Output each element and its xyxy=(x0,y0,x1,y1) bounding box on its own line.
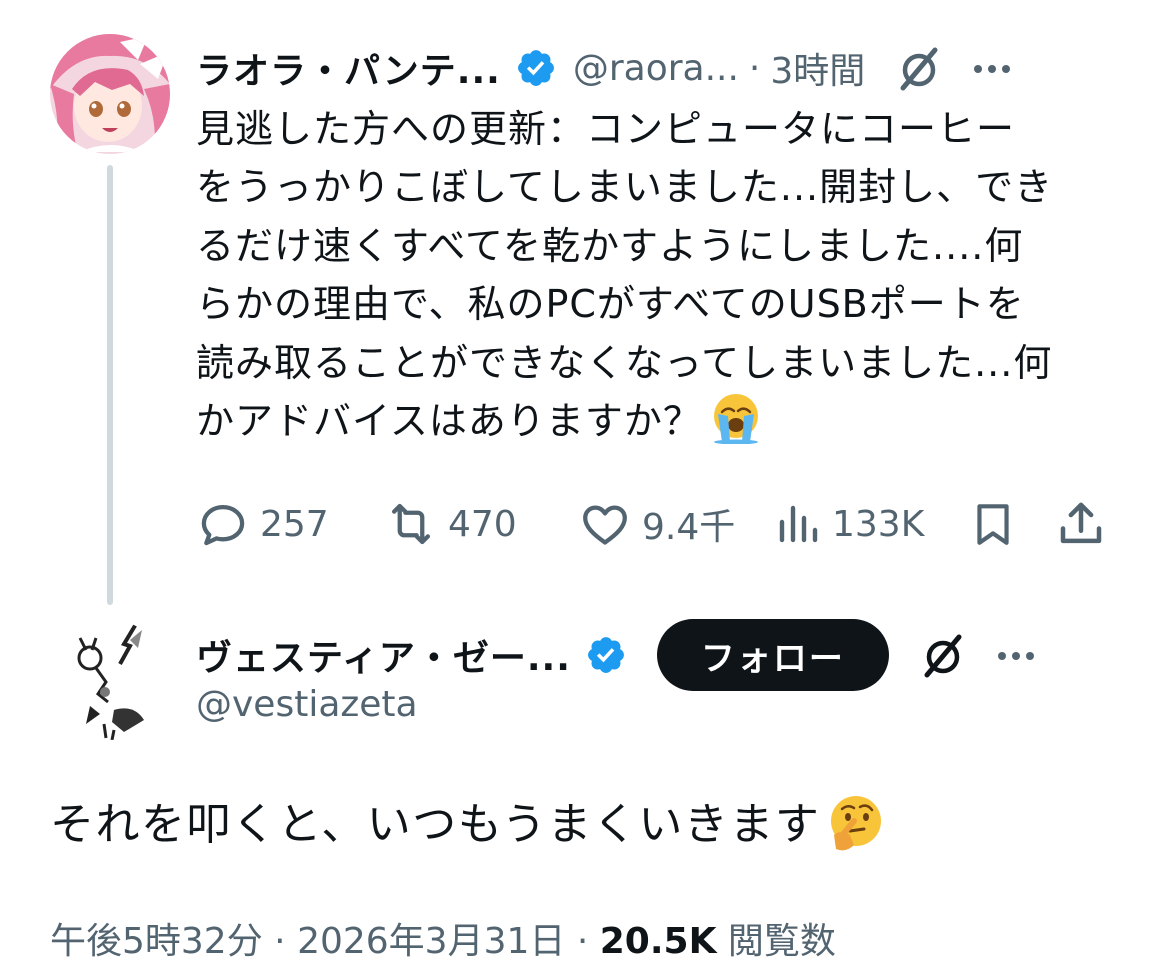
tweet1-line: をうっかりこぼしてしまいました...開封し、でき xyxy=(196,165,1054,210)
repost-icon xyxy=(391,503,431,545)
tweet2-header: ヴェスティア・ゼー... フォロー xyxy=(196,619,1136,691)
thread-connector-line xyxy=(107,165,113,605)
tweet1-line: 見逃した方への更新：コンピュータにコーヒー xyxy=(196,107,1016,151)
reply-count: 257 xyxy=(260,503,329,545)
tweet2-time[interactable]: 午後5時32分 xyxy=(50,921,263,962)
tweet1-line: るだけ速くすべてを乾かすようにしました....何 xyxy=(196,223,1024,268)
tweet1-handle[interactable]: @raora... xyxy=(573,48,739,89)
more-options-icon[interactable] xyxy=(967,43,1017,93)
meta-separator: · xyxy=(262,921,298,962)
grok-icon[interactable] xyxy=(917,629,969,681)
thinking-face-icon xyxy=(831,796,882,851)
tweet1-line-last: かアドバイスはありますか？ xyxy=(196,392,1116,450)
tweet1-separator: · xyxy=(748,47,761,89)
reply-icon xyxy=(201,504,245,546)
avatar-raora-image xyxy=(50,34,170,154)
tweet1-line: らかの理由で、私のPCがすべてのUSBポートを xyxy=(196,282,1025,327)
tweet1-display-name[interactable]: ラオラ・パンテ... xyxy=(196,42,501,94)
avatar-vestiazeta[interactable] xyxy=(50,620,170,740)
tweet1-header: ラオラ・パンテ... @raora... · 3時間 xyxy=(196,38,1136,98)
bookmark-icon xyxy=(977,504,1009,545)
tweet1-time[interactable]: 3時間 xyxy=(770,42,865,94)
like-button[interactable]: 9.4千 xyxy=(578,492,735,556)
loudly-crying-face-icon xyxy=(713,394,758,445)
tweet2-views-count: 20.5K xyxy=(599,921,717,962)
reply-button[interactable]: 257 xyxy=(196,492,329,556)
tweet2-handle[interactable]: @vestiazeta xyxy=(196,684,418,725)
tweet2-text: それを叩くと、いつもうまくいきます xyxy=(50,788,884,853)
follow-button[interactable]: フォロー xyxy=(656,619,889,691)
share-button[interactable] xyxy=(1054,492,1108,556)
views-chart-icon xyxy=(779,505,818,543)
repost-button[interactable]: 470 xyxy=(384,492,517,556)
tweet1-text: 見逃した方への更新：コンピュータにコーヒー をうっかりこぼしてしまいました...… xyxy=(196,100,1116,450)
like-count: 9.4千 xyxy=(642,507,736,548)
meta-separator: · xyxy=(565,921,600,962)
tweet2-body-text: それを叩くと、いつもうまくいきます xyxy=(50,799,821,850)
views-count: 133K xyxy=(832,503,925,545)
tweet2-date[interactable]: 2026年3月31日 xyxy=(297,921,565,962)
grok-icon[interactable] xyxy=(893,42,945,94)
verified-badge-icon[interactable] xyxy=(515,47,557,89)
repost-count: 470 xyxy=(448,503,517,545)
verified-badge-icon[interactable] xyxy=(585,634,627,676)
tweet1-line: かアドバイスはありますか？ xyxy=(196,399,702,444)
heart-icon xyxy=(583,505,627,545)
tweet2-meta: 午後5時32分 · 2026年3月31日 · 20.5K 閲覧数 xyxy=(50,912,836,964)
tweet2-views-label: 閲覧数 xyxy=(716,921,836,962)
tweet2-display-name[interactable]: ヴェスティア・ゼー... xyxy=(196,629,571,681)
tweet1-line: 読み取ることができなくなってしまいました...何 xyxy=(196,340,1053,385)
share-icon xyxy=(1060,502,1102,544)
more-options-icon[interactable] xyxy=(991,630,1041,680)
tweet1-action-bar: 257 470 9.4千 133K xyxy=(196,492,1116,556)
bookmark-button[interactable] xyxy=(968,492,1018,556)
avatar-raora[interactable] xyxy=(50,34,170,154)
avatar-vestiazeta-image xyxy=(77,622,144,740)
views-button[interactable]: 133K xyxy=(774,492,924,556)
